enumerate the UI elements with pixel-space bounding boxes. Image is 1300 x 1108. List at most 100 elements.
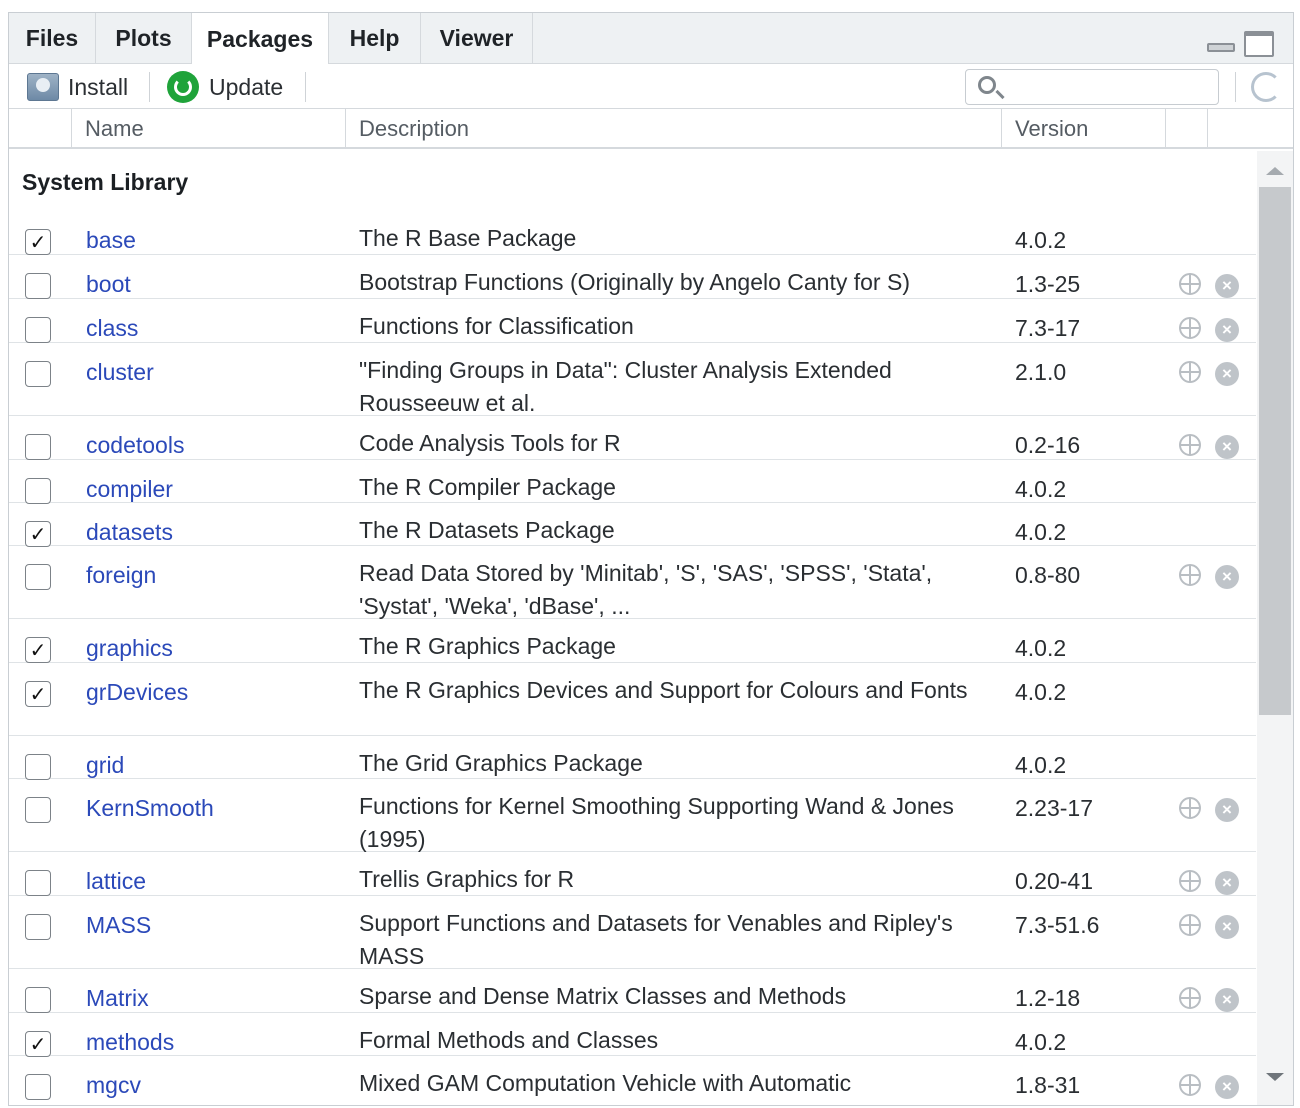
package-name-link[interactable]: lattice — [86, 868, 146, 895]
header-name[interactable]: Name — [72, 109, 346, 149]
package-load-checkbox[interactable]: ✓ — [25, 521, 51, 547]
toolbar-separator — [305, 72, 306, 102]
package-description: Sparse and Dense Matrix Classes and Meth… — [359, 983, 847, 1009]
header-version[interactable]: Version — [1002, 109, 1166, 149]
remove-package-icon[interactable]: × — [1215, 565, 1239, 589]
table-row: codetools Code Analysis Tools for R 0.2-16… — [9, 416, 1256, 460]
remove-package-icon[interactable]: × — [1215, 274, 1239, 298]
install-button[interactable]: Install — [27, 70, 128, 104]
install-label: Install — [68, 73, 129, 100]
tab-help[interactable]: Help — [329, 13, 421, 64]
package-version: 2.23-17 — [1015, 795, 1094, 821]
package-name-link[interactable]: cluster — [86, 359, 154, 386]
table-row: foreign Read Data Stored by 'Minitab', 'S… — [9, 546, 1256, 619]
package-name-link[interactable]: grDevices — [86, 679, 188, 706]
package-name-link[interactable]: codetools — [86, 432, 184, 459]
maximize-pane-button[interactable] — [1244, 31, 1274, 57]
package-version: 0.8-80 — [1015, 562, 1081, 588]
package-name-link[interactable]: graphics — [86, 635, 173, 662]
package-name-link[interactable]: MASS — [86, 912, 151, 939]
globe-icon[interactable] — [1179, 914, 1201, 936]
package-name-link[interactable]: KernSmooth — [86, 795, 214, 822]
remove-package-icon[interactable]: × — [1215, 915, 1239, 939]
table-row: ✓ datasets The R Datasets Package 4.0.2 — [9, 503, 1256, 547]
globe-icon[interactable] — [1179, 870, 1201, 892]
package-version: 0.20-41 — [1015, 868, 1094, 894]
table-row: ✓ base The R Base Package 4.0.2 — [9, 211, 1256, 255]
package-version: 4.0.2 — [1015, 1029, 1067, 1055]
package-version: 2.1.0 — [1015, 359, 1067, 385]
packages-pane: Files Plots Packages Help Viewer Install… — [8, 12, 1294, 1106]
remove-package-icon[interactable]: × — [1215, 318, 1239, 342]
globe-icon[interactable] — [1179, 987, 1201, 1009]
package-load-checkbox[interactable]: ✓ — [25, 1031, 51, 1057]
remove-package-icon[interactable]: × — [1215, 362, 1239, 386]
package-load-checkbox[interactable] — [25, 478, 51, 504]
package-load-checkbox[interactable] — [25, 870, 51, 896]
minimize-pane-button[interactable] — [1207, 43, 1235, 52]
package-name-link[interactable]: boot — [86, 271, 131, 298]
package-name-link[interactable]: compiler — [86, 476, 173, 503]
package-name-link[interactable]: mgcv — [86, 1072, 141, 1099]
package-load-checkbox[interactable]: ✓ — [25, 637, 51, 663]
package-description: Mixed GAM Computation Vehicle with Autom… — [359, 1070, 852, 1096]
globe-icon[interactable] — [1179, 273, 1201, 295]
package-load-checkbox[interactable] — [25, 1074, 51, 1100]
remove-package-icon[interactable]: × — [1215, 798, 1239, 822]
update-button[interactable]: Update — [167, 70, 283, 104]
package-load-checkbox[interactable]: ✓ — [25, 681, 51, 707]
package-description: The R Datasets Package — [359, 517, 615, 543]
tab-viewer[interactable]: Viewer — [421, 13, 533, 64]
scroll-down-arrow-icon[interactable] — [1266, 1073, 1284, 1081]
package-name-link[interactable]: class — [86, 315, 138, 342]
package-description: Functions for Kernel Smoothing Supportin… — [359, 793, 954, 852]
package-description: Bootstrap Functions (Originally by Angel… — [359, 269, 910, 295]
package-version: 7.3-51.6 — [1015, 912, 1100, 938]
package-load-checkbox[interactable] — [25, 754, 51, 780]
package-name-link[interactable]: datasets — [86, 519, 173, 546]
remove-package-icon[interactable]: × — [1215, 871, 1239, 895]
tab-plots[interactable]: Plots — [96, 13, 192, 64]
package-description: Support Functions and Datasets for Venab… — [359, 910, 953, 969]
vertical-scrollbar[interactable] — [1257, 151, 1293, 1105]
scrollbar-thumb[interactable] — [1259, 187, 1291, 715]
search-input[interactable] — [1010, 74, 1210, 100]
globe-icon[interactable] — [1179, 434, 1201, 456]
globe-icon[interactable] — [1179, 797, 1201, 819]
package-load-checkbox[interactable]: ✓ — [25, 229, 51, 255]
package-name-link[interactable]: Matrix — [86, 985, 149, 1012]
table-row: boot Bootstrap Functions (Originally by A… — [9, 255, 1256, 299]
package-name-link[interactable]: base — [86, 227, 136, 254]
package-description: The R Graphics Package — [359, 633, 616, 659]
globe-icon[interactable] — [1179, 317, 1201, 339]
section-title: System Library — [22, 169, 189, 195]
package-load-checkbox[interactable] — [25, 273, 51, 299]
package-load-checkbox[interactable] — [25, 797, 51, 823]
package-name-link[interactable]: grid — [86, 752, 124, 779]
scroll-up-arrow-icon[interactable] — [1266, 167, 1284, 175]
package-load-checkbox[interactable] — [25, 987, 51, 1013]
refresh-icon[interactable] — [1251, 72, 1281, 102]
package-load-checkbox[interactable] — [25, 914, 51, 940]
package-load-checkbox[interactable] — [25, 317, 51, 343]
package-load-checkbox[interactable] — [25, 434, 51, 460]
toolbar-separator — [149, 72, 150, 102]
package-load-checkbox[interactable] — [25, 564, 51, 590]
package-description: The R Compiler Package — [359, 474, 616, 500]
globe-icon[interactable] — [1179, 361, 1201, 383]
table-row: Matrix Sparse and Dense Matrix Classes an… — [9, 969, 1256, 1013]
package-list: System Library ✓ base The R Base Package 4.… — [9, 151, 1256, 1105]
globe-icon[interactable] — [1179, 564, 1201, 586]
header-description[interactable]: Description — [346, 109, 1002, 149]
package-load-checkbox[interactable] — [25, 361, 51, 387]
globe-icon[interactable] — [1179, 1074, 1201, 1096]
remove-package-icon[interactable]: × — [1215, 435, 1239, 459]
package-name-link[interactable]: foreign — [86, 562, 156, 589]
tab-files[interactable]: Files — [9, 13, 96, 64]
package-description: "Finding Groups in Data": Cluster Analys… — [359, 357, 892, 416]
tab-packages[interactable]: Packages — [191, 13, 329, 65]
package-name-link[interactable]: methods — [86, 1029, 174, 1056]
package-description: The R Graphics Devices and Support for C… — [359, 677, 968, 703]
remove-package-icon[interactable]: × — [1215, 1075, 1239, 1099]
remove-package-icon[interactable]: × — [1215, 988, 1239, 1012]
